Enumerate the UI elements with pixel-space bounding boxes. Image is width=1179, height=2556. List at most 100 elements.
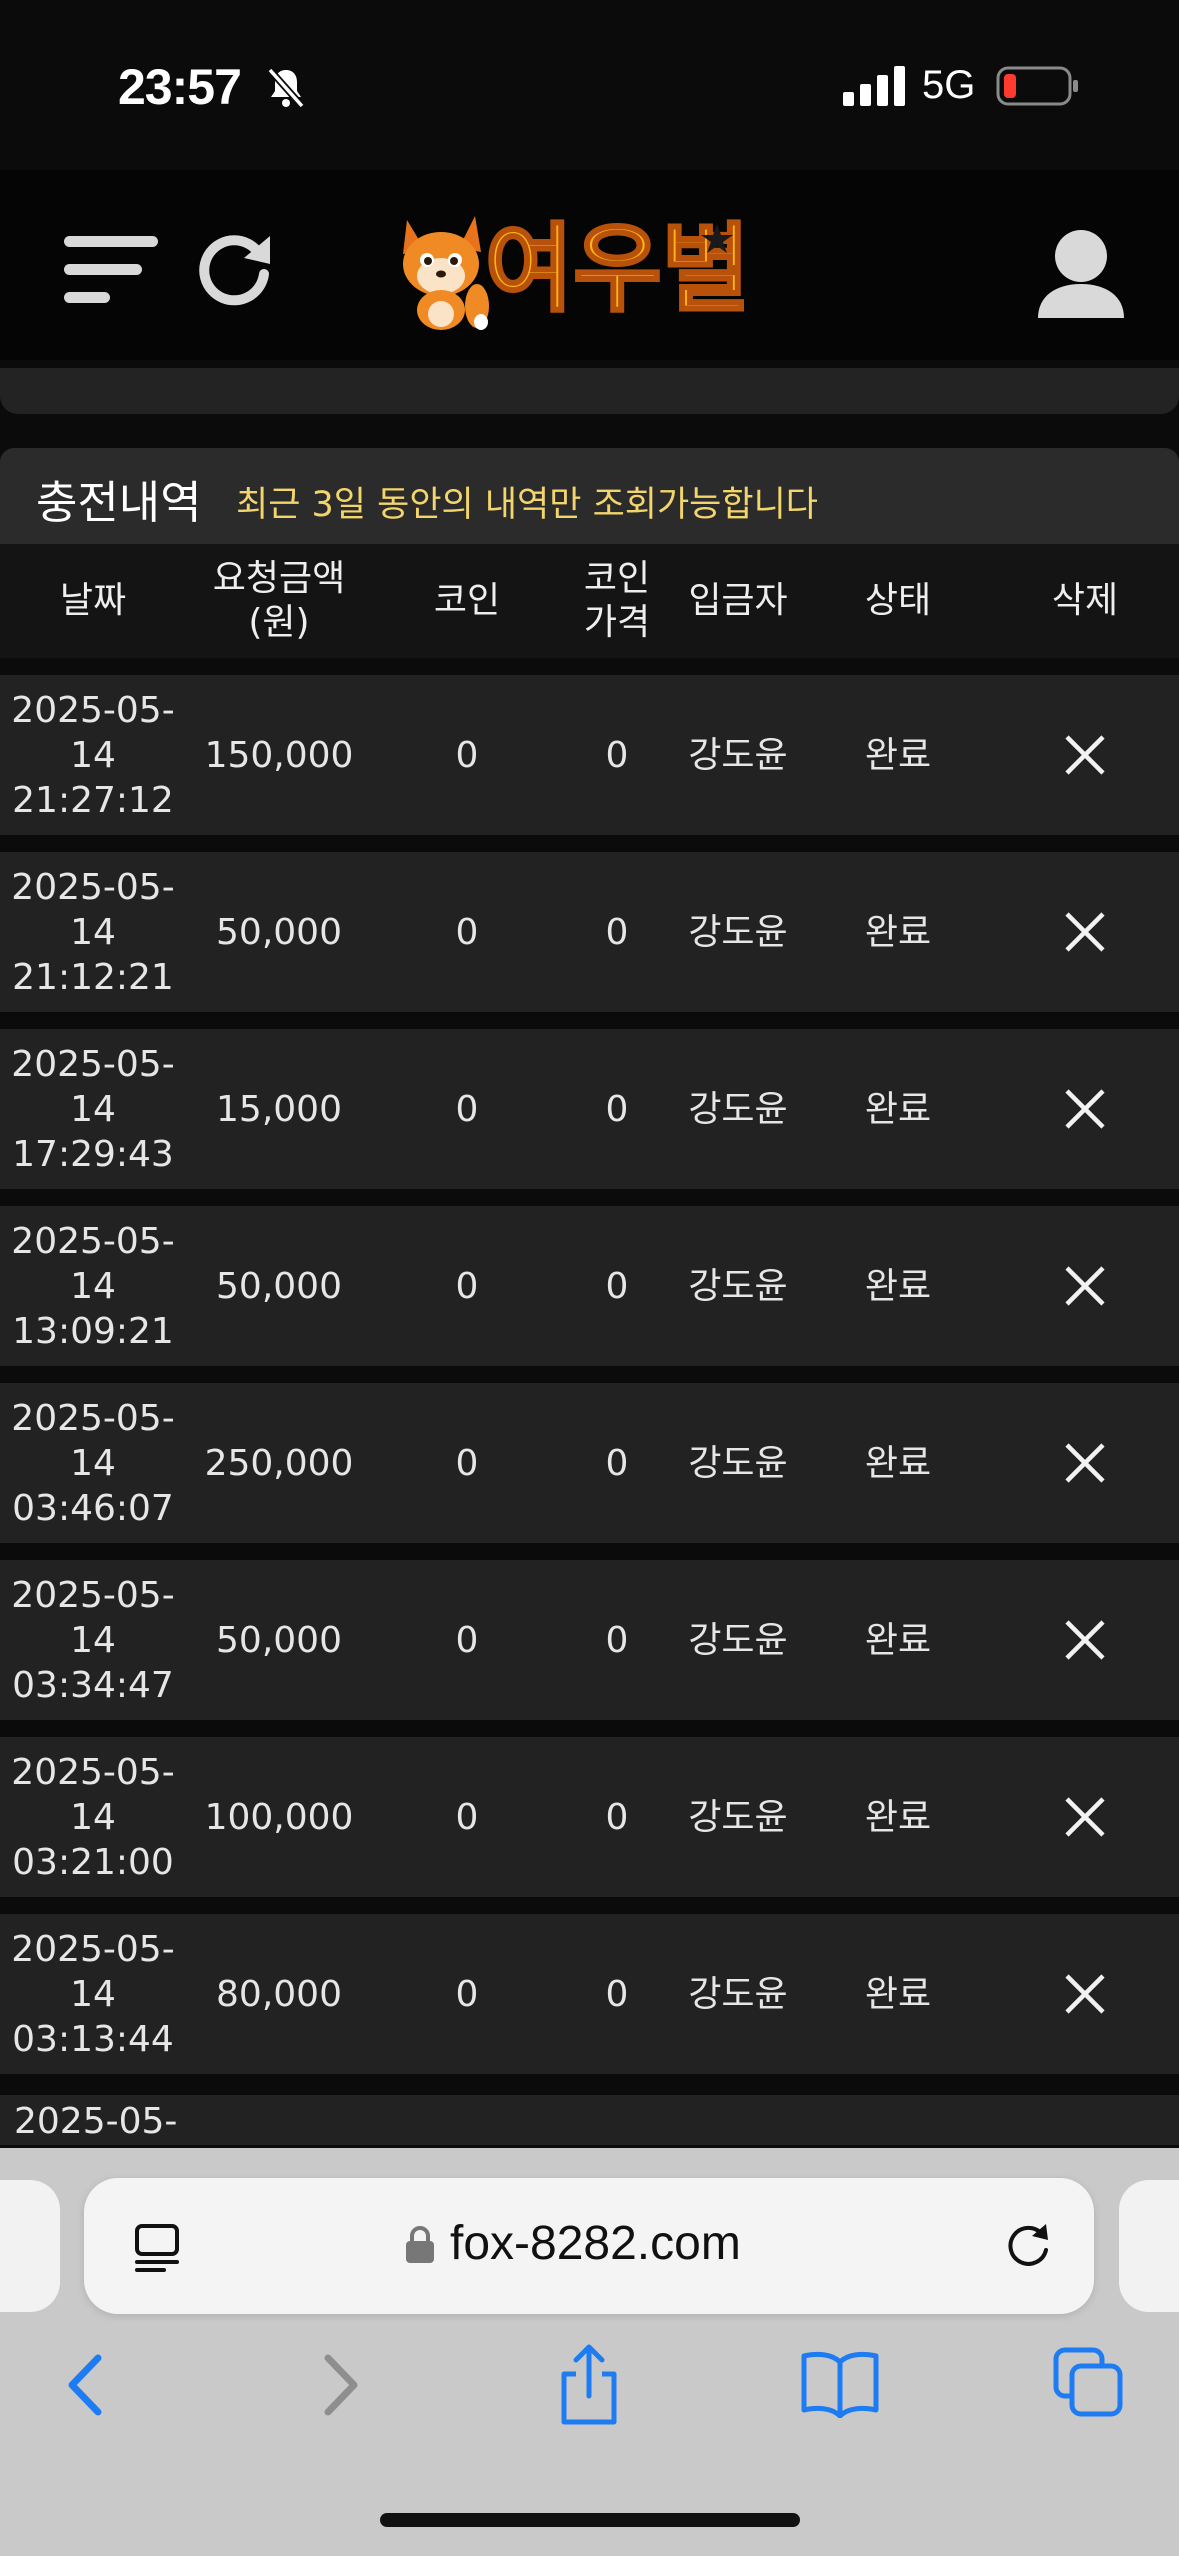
table-row: 2025-05- 14 03:13:44 80,000 0 0 강도윤 완료: [0, 1914, 1179, 2074]
cell-coin-price: 0: [605, 1088, 629, 1130]
cell-date: 2025-05- 14 13:09:21: [11, 1220, 175, 1352]
delete-button[interactable]: [992, 1029, 1178, 1189]
reload-icon[interactable]: [1002, 2220, 1054, 2272]
next-tab-peek[interactable]: [1119, 2180, 1179, 2312]
browser-toolbar: fox-8282.com: [0, 2148, 1179, 2556]
cell-depositor: 강도윤: [688, 1973, 788, 2015]
table-row: 2025-05- 14 03:34:47 50,000 0 0 강도윤 완료: [0, 1560, 1179, 1720]
cell-status: 완료: [864, 1619, 932, 1661]
cell-depositor: 강도윤: [688, 1265, 788, 1307]
section-header: 충전내역 최근 3일 동안의 내역만 조회가능합니다: [0, 448, 1179, 544]
address-bar[interactable]: fox-8282.com: [84, 2178, 1094, 2314]
cell-coin-price: 0: [605, 1265, 629, 1307]
cell-status: 완료: [864, 1973, 932, 2015]
cell-coin-price: 0: [605, 1796, 629, 1838]
forward-icon[interactable]: [316, 2350, 366, 2420]
column-header-delete: 삭제: [1051, 580, 1119, 621]
cell-depositor: 강도윤: [688, 1796, 788, 1838]
url-text: fox-8282.com: [450, 2217, 741, 2270]
close-icon: [1065, 1443, 1105, 1483]
cell-amount: 150,000: [204, 734, 354, 776]
cell-amount: 100,000: [204, 1796, 354, 1838]
table-header: 날짜 요청금액 (원) 코인 코인 가격 입금자 상태 삭제: [0, 544, 1179, 658]
cell-coin-price: 0: [605, 1619, 629, 1661]
cell-date: 2025-05-: [14, 2101, 178, 2142]
cell-status: 완료: [864, 1796, 932, 1838]
cell-depositor: 강도윤: [688, 734, 788, 776]
cell-coin: 0: [455, 734, 479, 776]
signal-icon: [843, 66, 905, 106]
cell-status: 완료: [864, 1265, 932, 1307]
previous-tab-peek[interactable]: [0, 2180, 60, 2312]
cell-amount: 50,000: [216, 911, 342, 953]
cell-date: 2025-05- 14 03:21:00: [11, 1751, 175, 1883]
status-time: 23:57: [118, 59, 242, 115]
reader-icon[interactable]: [132, 2222, 182, 2272]
app-header: 여우별: [0, 170, 1179, 360]
user-icon[interactable]: [1034, 226, 1128, 320]
cell-coin-price: 0: [605, 911, 629, 953]
column-header-coin: 코인: [433, 580, 501, 621]
cell-coin: 0: [455, 1973, 479, 2015]
cell-date: 2025-05- 14 21:27:12: [11, 689, 175, 821]
table-row: 2025-05- 14 21:27:12 150,000 0 0 강도윤 완료: [0, 675, 1179, 835]
column-header-amount: 요청금액 (원): [212, 558, 346, 643]
fox-mascot-icon: [403, 216, 489, 330]
section-title: 충전내역: [36, 476, 202, 529]
header-divider: [0, 368, 1179, 414]
back-icon[interactable]: [60, 2350, 110, 2420]
cell-coin: 0: [455, 1265, 479, 1307]
delete-button[interactable]: [992, 1560, 1178, 1720]
menu-icon[interactable]: [64, 230, 158, 310]
delete-button[interactable]: [992, 1383, 1178, 1543]
close-icon: [1065, 1620, 1105, 1660]
lock-icon: [406, 2226, 434, 2263]
cell-coin: 0: [455, 1442, 479, 1484]
cell-coin-price: 0: [605, 734, 629, 776]
share-icon[interactable]: [554, 2342, 624, 2426]
cell-coin: 0: [455, 1088, 479, 1130]
table-row: 2025-05-: [0, 2095, 1179, 2145]
column-header-coin-price: 코인 가격: [583, 558, 651, 643]
tabs-icon[interactable]: [1052, 2346, 1124, 2418]
network-label: 5G: [922, 63, 976, 107]
refresh-icon[interactable]: [196, 228, 276, 308]
battery-low-icon: [996, 66, 1078, 106]
cell-coin: 0: [455, 911, 479, 953]
delete-button[interactable]: [992, 1914, 1178, 2074]
cell-status: 완료: [864, 1442, 932, 1484]
cell-status: 완료: [864, 911, 932, 953]
cell-amount: 250,000: [204, 1442, 354, 1484]
cell-date: 2025-05- 14 03:13:44: [11, 1928, 175, 2060]
table-row: 2025-05- 14 13:09:21 50,000 0 0 강도윤 완료: [0, 1206, 1179, 1366]
bookmarks-icon[interactable]: [800, 2348, 880, 2418]
cell-date: 2025-05- 14 03:34:47: [11, 1574, 175, 1706]
cell-depositor: 강도윤: [688, 1088, 788, 1130]
cell-coin: 0: [455, 1619, 479, 1661]
logo[interactable]: 여우별: [395, 202, 785, 332]
home-indicator[interactable]: [380, 2513, 800, 2527]
svg-text:여우별: 여우별: [485, 213, 750, 325]
cell-coin: 0: [455, 1796, 479, 1838]
cell-amount: 50,000: [216, 1619, 342, 1661]
cell-depositor: 강도윤: [688, 1619, 788, 1661]
cell-date: 2025-05- 14 21:12:21: [11, 866, 175, 998]
delete-button[interactable]: [992, 1206, 1178, 1366]
cell-coin-price: 0: [605, 1442, 629, 1484]
cell-status: 완료: [864, 734, 932, 776]
delete-button[interactable]: [992, 675, 1178, 835]
cell-amount: 80,000: [216, 1973, 342, 2015]
column-header-date: 날짜: [59, 580, 127, 621]
delete-button[interactable]: [992, 852, 1178, 1012]
section-note: 최근 3일 동안의 내역만 조회가능합니다: [236, 485, 818, 525]
status-bar: 23:57 5G: [0, 0, 1179, 170]
table-row: 2025-05- 14 17:29:43 15,000 0 0 강도윤 완료: [0, 1029, 1179, 1189]
delete-button[interactable]: [992, 1737, 1178, 1897]
close-icon: [1065, 735, 1105, 775]
cell-amount: 50,000: [216, 1265, 342, 1307]
bell-muted-icon: [267, 67, 305, 109]
close-icon: [1065, 1266, 1105, 1306]
cell-status: 완료: [864, 1088, 932, 1130]
cell-depositor: 강도윤: [688, 911, 788, 953]
column-header-depositor: 입금자: [688, 580, 788, 621]
